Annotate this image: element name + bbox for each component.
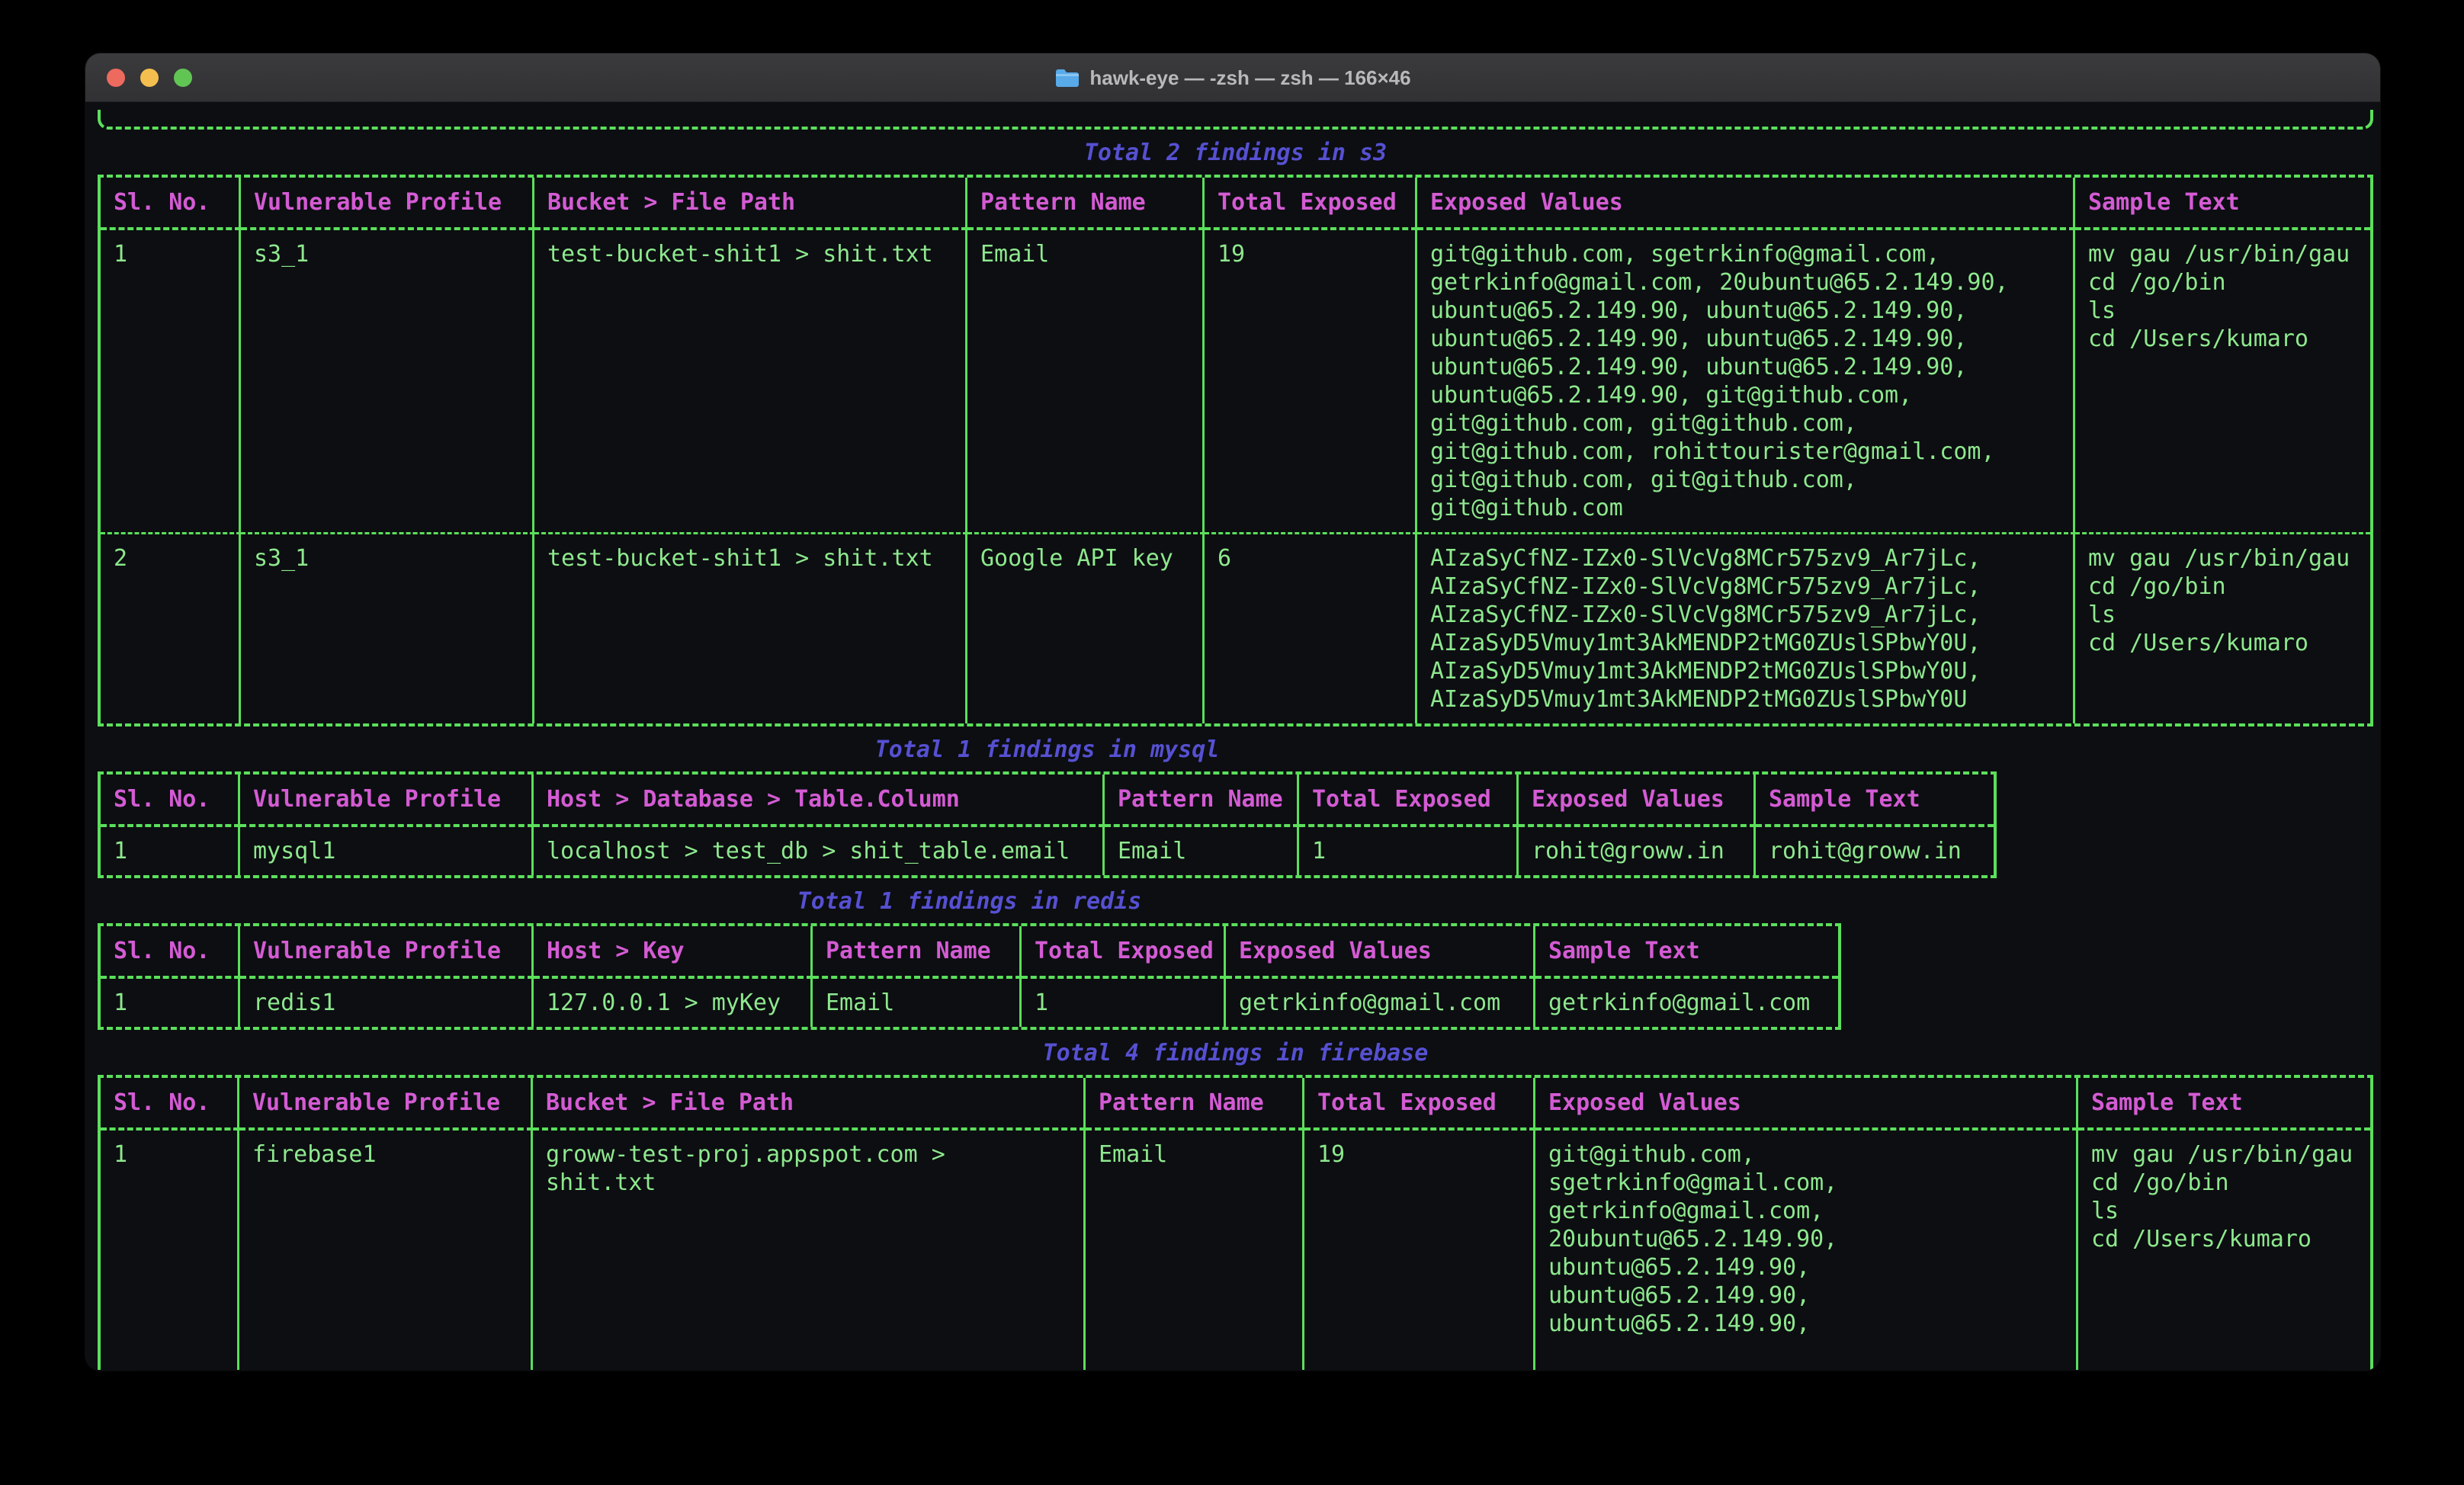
cell-exposed-values: rohit@groww.in (1519, 827, 1756, 875)
window-title-group: hawk-eye — -zsh — zsh — 166×46 (1054, 53, 1410, 102)
cell-pattern-name: Google API key (967, 534, 1205, 723)
column-header-exposed-values: Exposed Values (1535, 1078, 2078, 1131)
cell-pattern-name: Email (1105, 827, 1299, 875)
window-title: hawk-eye — -zsh — zsh — 166×46 (1089, 53, 1410, 102)
minimize-button[interactable] (140, 69, 159, 87)
table-row: 2 s3_1 test-bucket-shit1 > shit.txt Goog… (101, 534, 2370, 723)
column-header-sl-no: Sl. No. (101, 775, 240, 827)
redis-findings-table: Sl. No. Vulnerable Profile Host > Key Pa… (98, 923, 1841, 1030)
column-header-vulnerable-profile: Vulnerable Profile (240, 775, 534, 827)
firebase-findings-title: Total 4 findings in firebase (98, 1039, 2373, 1067)
cell-total-exposed: 1 (1299, 827, 1519, 875)
column-header-pattern-name: Pattern Name (1086, 1078, 1304, 1131)
column-header-sample-text: Sample Text (2075, 178, 2370, 230)
cell-total-exposed: 19 (1205, 230, 1417, 534)
cell-sl-no: 1 (101, 979, 240, 1027)
column-header-sl-no: Sl. No. (101, 926, 240, 979)
column-header-sl-no: Sl. No. (101, 1078, 239, 1131)
cell-sample-text: mv gau /usr/bin/gau cd /go/bin ls cd /Us… (2075, 534, 2370, 723)
s3-findings-title: Total 2 findings in s3 (98, 139, 2373, 167)
column-header-vulnerable-profile: Vulnerable Profile (240, 926, 534, 979)
firebase-header-row: Sl. No. Vulnerable Profile Bucket > File… (101, 1078, 2370, 1131)
table-row: 1 redis1 127.0.0.1 > myKey Email 1 getrk… (101, 979, 1838, 1027)
s3-findings-table: Sl. No. Vulnerable Profile Bucket > File… (98, 175, 2373, 726)
cell-sample-text: rohit@groww.in (1756, 827, 1994, 875)
column-header-pattern-name: Pattern Name (813, 926, 1022, 979)
cell-exposed-values: git@github.com, sgetrkinfo@gmail.com, ge… (1535, 1131, 2078, 1370)
cell-sl-no: 1 (101, 1131, 239, 1370)
column-header-total-exposed: Total Exposed (1304, 1078, 1535, 1131)
mysql-header-row: Sl. No. Vulnerable Profile Host > Databa… (101, 775, 1994, 827)
column-header-vulnerable-profile: Vulnerable Profile (241, 178, 534, 230)
close-button[interactable] (107, 69, 125, 87)
zoom-button[interactable] (174, 69, 192, 87)
cell-bucket-file-path: test-bucket-shit1 > shit.txt (534, 534, 967, 723)
cell-bucket-file-path: test-bucket-shit1 > shit.txt (534, 230, 967, 534)
previous-table-bottom-border (98, 110, 2373, 130)
cell-vulnerable-profile: s3_1 (241, 534, 534, 723)
cell-vulnerable-profile: mysql1 (240, 827, 534, 875)
mysql-findings-title: Total 1 findings in mysql (98, 736, 1997, 764)
cell-exposed-values: git@github.com, sgetrkinfo@gmail.com, ge… (1417, 230, 2075, 534)
firebase-findings-table: Sl. No. Vulnerable Profile Bucket > File… (98, 1075, 2373, 1370)
redis-header-row: Sl. No. Vulnerable Profile Host > Key Pa… (101, 926, 1838, 979)
cell-sl-no: 1 (101, 827, 240, 875)
column-header-sample-text: Sample Text (1535, 926, 1838, 979)
cell-vulnerable-profile: s3_1 (241, 230, 534, 534)
cell-sl-no: 2 (101, 534, 241, 723)
traffic-lights (107, 53, 192, 102)
cell-sl-no: 1 (101, 230, 241, 534)
column-header-pattern-name: Pattern Name (967, 178, 1205, 230)
terminal-screen[interactable]: Total 2 findings in s3 Sl. No. Vulnerabl… (85, 102, 2380, 1370)
cell-exposed-values: AIzaSyCfNZ-IZx0-SlVcVg8MCr575zv9_Ar7jLc,… (1417, 534, 2075, 723)
column-header-exposed-values: Exposed Values (1417, 178, 2075, 230)
column-header-bucket-file-path: Bucket > File Path (533, 1078, 1086, 1131)
column-header-sl-no: Sl. No. (101, 178, 241, 230)
terminal-window: hawk-eye — -zsh — zsh — 166×46 Total 2 f… (85, 53, 2380, 1371)
column-header-sample-text: Sample Text (1756, 775, 1994, 827)
desktop-background: hawk-eye — -zsh — zsh — 166×46 Total 2 f… (0, 0, 2464, 1485)
column-header-total-exposed: Total Exposed (1299, 775, 1519, 827)
column-header-host-database-column: Host > Database > Table.Column (534, 775, 1105, 827)
column-header-total-exposed: Total Exposed (1205, 178, 1417, 230)
mysql-findings-table: Sl. No. Vulnerable Profile Host > Databa… (98, 771, 1997, 878)
table-row: 1 mysql1 localhost > test_db > shit_tabl… (101, 827, 1994, 875)
cell-total-exposed: 1 (1022, 979, 1226, 1027)
column-header-bucket-file-path: Bucket > File Path (534, 178, 967, 230)
cell-vulnerable-profile: firebase1 (239, 1131, 533, 1370)
cell-pattern-name: Email (1086, 1131, 1304, 1370)
cell-total-exposed: 19 (1304, 1131, 1535, 1370)
column-header-exposed-values: Exposed Values (1519, 775, 1756, 827)
cell-vulnerable-profile: redis1 (240, 979, 534, 1027)
column-header-exposed-values: Exposed Values (1226, 926, 1535, 979)
cell-pattern-name: Email (967, 230, 1205, 534)
cell-host-key: 127.0.0.1 > myKey (534, 979, 813, 1027)
column-header-vulnerable-profile: Vulnerable Profile (239, 1078, 533, 1131)
cell-pattern-name: Email (813, 979, 1022, 1027)
cell-sample-text: mv gau /usr/bin/gau cd /go/bin ls cd /Us… (2075, 230, 2370, 534)
table-row: 1 firebase1 groww-test-proj.appspot.com … (101, 1131, 2370, 1370)
titlebar[interactable]: hawk-eye — -zsh — zsh — 166×46 (85, 53, 2380, 102)
redis-findings-title: Total 1 findings in redis (98, 887, 1841, 916)
column-header-sample-text: Sample Text (2078, 1078, 2370, 1131)
cell-sample-text: mv gau /usr/bin/gau cd /go/bin ls cd /Us… (2078, 1131, 2370, 1370)
folder-icon (1054, 67, 1080, 88)
table-row: 1 s3_1 test-bucket-shit1 > shit.txt Emai… (101, 230, 2370, 534)
column-header-total-exposed: Total Exposed (1022, 926, 1226, 979)
column-header-pattern-name: Pattern Name (1105, 775, 1299, 827)
cell-total-exposed: 6 (1205, 534, 1417, 723)
cell-host-database-column: localhost > test_db > shit_table.email (534, 827, 1105, 875)
cell-exposed-values: getrkinfo@gmail.com (1226, 979, 1535, 1027)
s3-header-row: Sl. No. Vulnerable Profile Bucket > File… (101, 178, 2370, 230)
cell-sample-text: getrkinfo@gmail.com (1535, 979, 1838, 1027)
cell-bucket-file-path: groww-test-proj.appspot.com > shit.txt (533, 1131, 1086, 1370)
column-header-host-key: Host > Key (534, 926, 813, 979)
